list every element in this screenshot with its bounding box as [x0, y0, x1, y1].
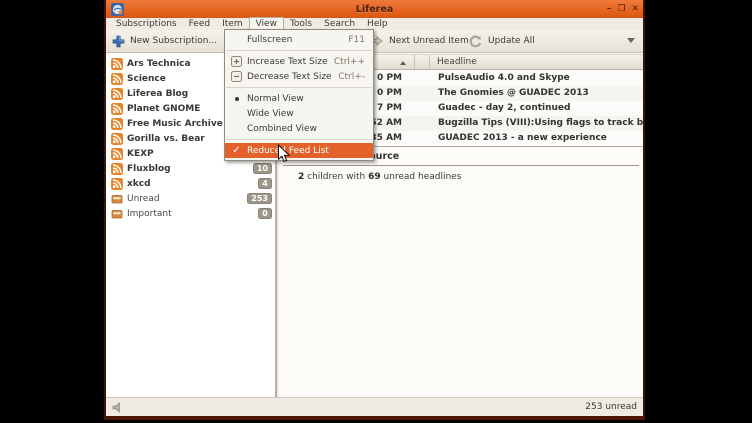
titlebar[interactable]: Liferea – ❒ ✕: [106, 0, 643, 18]
unread-count-badge: 10: [253, 163, 272, 174]
toolbar: New Subscription... Next Unread Item Upd…: [106, 30, 643, 53]
unread-count-badge: 0: [258, 208, 272, 219]
add-icon: [112, 35, 125, 48]
liferea-window: Liferea – ❒ ✕ Subscriptions Feed Item Vi…: [104, 0, 645, 420]
feed-name: Science: [127, 74, 166, 84]
feed-name: Ars Technica: [127, 59, 191, 69]
feed-name: Gorilla vs. Bear: [127, 134, 205, 144]
sort-ascending-icon: [400, 61, 406, 65]
rss-icon: [111, 58, 123, 70]
feed-name: Unread: [127, 194, 160, 204]
unread-count-badge: 253: [247, 193, 272, 204]
item-headline: The Gnomies @ GUADEC 2013: [431, 86, 643, 101]
menu-item-increase-text-size[interactable]: Increase Text Size Ctrl++: [225, 54, 373, 69]
maximize-icon[interactable]: ❒: [617, 4, 625, 14]
content-summary: 2 children with 69 unread headlines: [298, 172, 461, 182]
zoom-in-icon: [231, 56, 242, 67]
item-headline: PulseAudio 4.0 and Skype: [431, 71, 643, 86]
item-view: Folder: Open Source 2 children with 69 u…: [279, 146, 643, 397]
speaker-icon[interactable]: [112, 402, 125, 413]
feed-item-fluxblog[interactable]: Fluxblog 10: [106, 161, 275, 176]
vfolder-icon: [111, 193, 123, 205]
zoom-out-icon: [231, 71, 242, 82]
menubar: Subscriptions Feed Item View Tools Searc…: [106, 18, 643, 30]
feed-name: xkcd: [127, 179, 151, 189]
menu-separator: [226, 139, 372, 140]
menu-separator: [226, 50, 372, 51]
unread-count-badge: 4: [258, 178, 272, 189]
feed-name: Free Music Archive: [127, 119, 223, 129]
statusbar-unread-count: 253 unread: [585, 402, 637, 412]
update-all-label: Update All: [488, 36, 535, 46]
menu-subscriptions[interactable]: Subscriptions: [110, 18, 183, 31]
toolbar-overflow-icon[interactable]: [627, 38, 635, 43]
next-unread-label: Next Unread Item: [389, 36, 469, 46]
rss-icon: [111, 133, 123, 145]
menu-item-combined-view[interactable]: Combined View: [225, 121, 373, 136]
shortcut-label: Ctrl+-: [338, 72, 373, 82]
feed-name: Liferea Blog: [127, 89, 188, 99]
vfolder-icon: [111, 208, 123, 220]
item-headline: Bugzilla Tips (VIII):Using flags to trac…: [431, 116, 643, 131]
menu-item-fullscreen[interactable]: Fullscreen F11: [225, 32, 373, 47]
update-all-button[interactable]: Update All: [468, 30, 535, 52]
menu-item-normal-view[interactable]: Normal View: [225, 91, 373, 106]
shortcut-label: Ctrl++: [334, 57, 373, 67]
close-icon[interactable]: ✕: [631, 4, 639, 14]
menu-separator: [226, 87, 372, 88]
feed-name: Planet GNOME: [127, 104, 200, 114]
mouse-cursor-icon: [277, 144, 290, 164]
rss-icon: [111, 118, 123, 130]
window-title: Liferea: [106, 4, 643, 15]
feed-item-unread[interactable]: Unread 253: [106, 191, 275, 206]
check-icon: ✓: [232, 145, 240, 156]
feed-item-xkcd[interactable]: xkcd 4: [106, 176, 275, 191]
feed-item-important[interactable]: Important 0: [106, 206, 275, 221]
minimize-icon[interactable]: –: [607, 4, 612, 14]
shortcut-label: F11: [348, 35, 373, 45]
menu-item-reduced-feed-list[interactable]: ✓ Reduced Feed List: [225, 143, 373, 158]
desktop: Liferea – ❒ ✕ Subscriptions Feed Item Vi…: [0, 0, 752, 423]
rss-icon: [111, 73, 123, 85]
rss-icon: [111, 103, 123, 115]
menu-item-decrease-text-size[interactable]: Decrease Text Size Ctrl+-: [225, 69, 373, 84]
new-subscription-button[interactable]: New Subscription...: [112, 30, 217, 52]
statusbar: 253 unread: [106, 397, 643, 416]
rss-icon: [111, 163, 123, 175]
view-menu-popup: Fullscreen F11 Increase Text Size Ctrl++…: [224, 29, 374, 161]
menu-feed[interactable]: Feed: [183, 18, 216, 31]
feed-name: KEXP: [127, 149, 154, 159]
item-headline: Guadec - day 2, continued: [431, 101, 643, 116]
column-header-headline[interactable]: Headline: [430, 55, 643, 69]
item-headline: GUADEC 2013 - a new experience: [431, 131, 643, 146]
next-unread-button[interactable]: Next Unread Item: [370, 30, 469, 52]
update-icon: [468, 34, 483, 49]
column-header-state[interactable]: [415, 55, 430, 69]
new-subscription-label: New Subscription...: [130, 36, 217, 46]
radio-selected-icon: [235, 97, 239, 101]
menu-item-wide-view[interactable]: Wide View: [225, 106, 373, 121]
rss-icon: [111, 88, 123, 100]
feed-name: Fluxblog: [127, 164, 171, 174]
feed-name: Important: [127, 209, 172, 219]
rss-icon: [111, 148, 123, 160]
content-divider: [283, 165, 639, 166]
rss-icon: [111, 178, 123, 190]
